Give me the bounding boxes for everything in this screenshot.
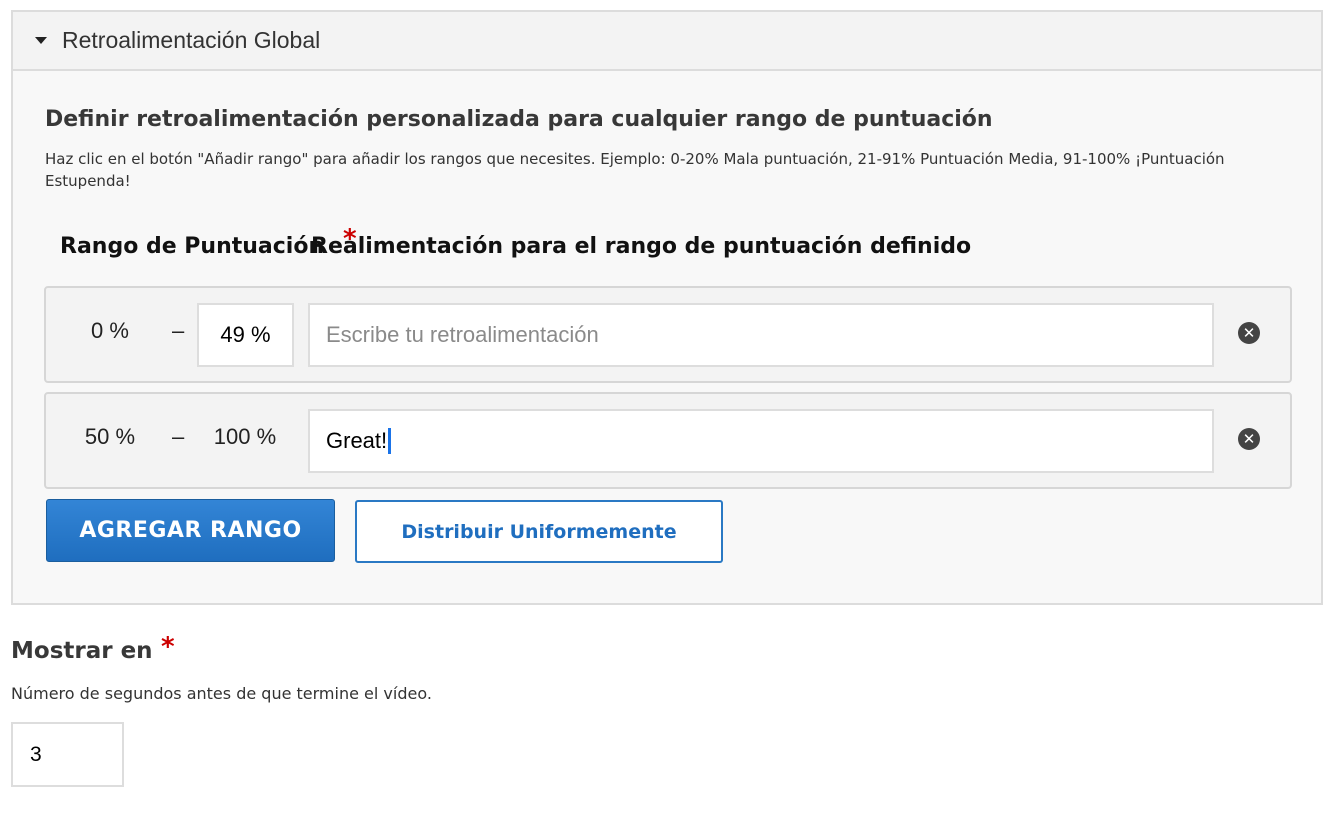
show-at-label-text: Mostrar en [11, 638, 153, 664]
distribute-evenly-button[interactable]: Distribuir Uniformemente [355, 500, 723, 563]
feedback-input[interactable]: Escribe tu retroalimentación [308, 303, 1214, 367]
range-separator: – [172, 318, 185, 343]
panel-header-toggle[interactable]: Retroalimentación Global [13, 12, 1321, 71]
section-title: Definir retroalimentación personalizada … [45, 107, 993, 132]
feedback-value: Great! [326, 428, 388, 453]
feedback-placeholder: Escribe tu retroalimentación [326, 322, 599, 347]
show-at-seconds-input[interactable]: 3 [11, 722, 124, 787]
show-at-label: Mostrar en * [11, 632, 175, 664]
range-from-value: 0 % [91, 318, 129, 343]
range-from-value: 50 % [84, 424, 136, 449]
range-to-value: 100 % [213, 424, 277, 449]
remove-range-icon[interactable]: ✕ [1238, 428, 1260, 450]
range-row: 50 % – 100 % Great! ✕ [44, 392, 1292, 489]
global-feedback-panel: Retroalimentación Global Definir retroal… [11, 10, 1323, 605]
add-range-button[interactable]: AGREGAR RANGO [46, 499, 335, 562]
feedback-input[interactable]: Great! [308, 409, 1214, 473]
caret-down-icon[interactable] [35, 37, 47, 44]
range-to-input[interactable]: 49 % [197, 303, 294, 367]
required-asterisk: * [343, 224, 357, 254]
range-separator: – [172, 424, 185, 449]
section-description: Haz clic en el botón "Añadir rango" para… [45, 150, 1225, 190]
panel-title: Retroalimentación Global [62, 27, 321, 53]
column-header-range-label: Rango de Puntuación [60, 234, 325, 259]
show-at-description: Número de segundos antes de que termine … [11, 684, 432, 703]
text-cursor [388, 428, 392, 454]
range-row: 0 % – 49 % Escribe tu retroalimentación … [44, 286, 1292, 383]
remove-range-icon[interactable]: ✕ [1238, 322, 1260, 344]
column-header-feedback-label: Realimentación para el rango de puntuaci… [311, 234, 972, 259]
required-asterisk: * [161, 632, 175, 662]
column-header-range: Rango de Puntuación [60, 234, 324, 259]
column-header-feedback: Realimentación para el rango de puntuaci… [311, 224, 972, 259]
